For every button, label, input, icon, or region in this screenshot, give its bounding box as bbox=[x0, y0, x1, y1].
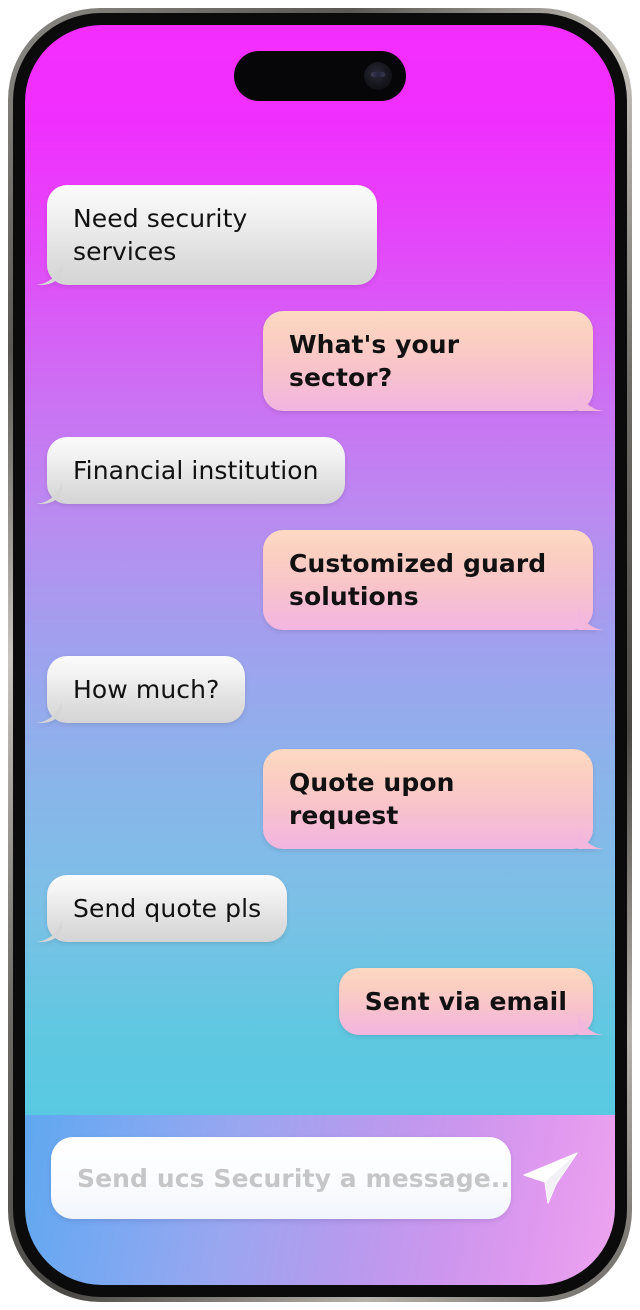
message-row: Sent via email bbox=[47, 968, 593, 1035]
chat-bubble-incoming[interactable]: How much? bbox=[47, 656, 246, 723]
message-row: Financial institution bbox=[47, 437, 593, 504]
message-list: Need security services What's your secto… bbox=[25, 25, 615, 1061]
chat-bubble-incoming[interactable]: Financial institution bbox=[47, 437, 345, 504]
chat-bubble-outgoing[interactable]: Customized guard solutions bbox=[263, 530, 593, 630]
message-row: Need security services bbox=[47, 185, 593, 285]
dynamic-island bbox=[234, 51, 406, 101]
message-row: Quote upon request bbox=[47, 749, 593, 849]
send-button[interactable] bbox=[511, 1137, 589, 1219]
chat-bubble-outgoing[interactable]: Sent via email bbox=[338, 968, 593, 1035]
message-input[interactable]: Send ucs Security a message.... bbox=[51, 1137, 511, 1219]
phone-device-frame: Need security services What's your secto… bbox=[8, 8, 632, 1302]
front-camera-icon bbox=[364, 62, 392, 90]
message-composer-bar: Send ucs Security a message.... bbox=[25, 1115, 615, 1285]
message-row: How much? bbox=[47, 656, 593, 723]
paper-plane-icon bbox=[521, 1151, 579, 1205]
chat-background: Need security services What's your secto… bbox=[25, 25, 615, 1125]
chat-bubble-outgoing[interactable]: Quote upon request bbox=[263, 749, 593, 849]
message-row: Send quote pls bbox=[47, 875, 593, 942]
chat-bubble-incoming[interactable]: Send quote pls bbox=[47, 875, 288, 942]
message-row: Customized guard solutions bbox=[47, 530, 593, 630]
message-row: What's your sector? bbox=[47, 311, 593, 411]
phone-screen: Need security services What's your secto… bbox=[25, 25, 615, 1285]
chat-bubble-outgoing[interactable]: What's your sector? bbox=[263, 311, 593, 411]
chat-bubble-incoming[interactable]: Need security services bbox=[47, 185, 377, 285]
message-input-placeholder: Send ucs Security a message.... bbox=[77, 1163, 511, 1193]
phone-bezel: Need security services What's your secto… bbox=[13, 13, 627, 1297]
